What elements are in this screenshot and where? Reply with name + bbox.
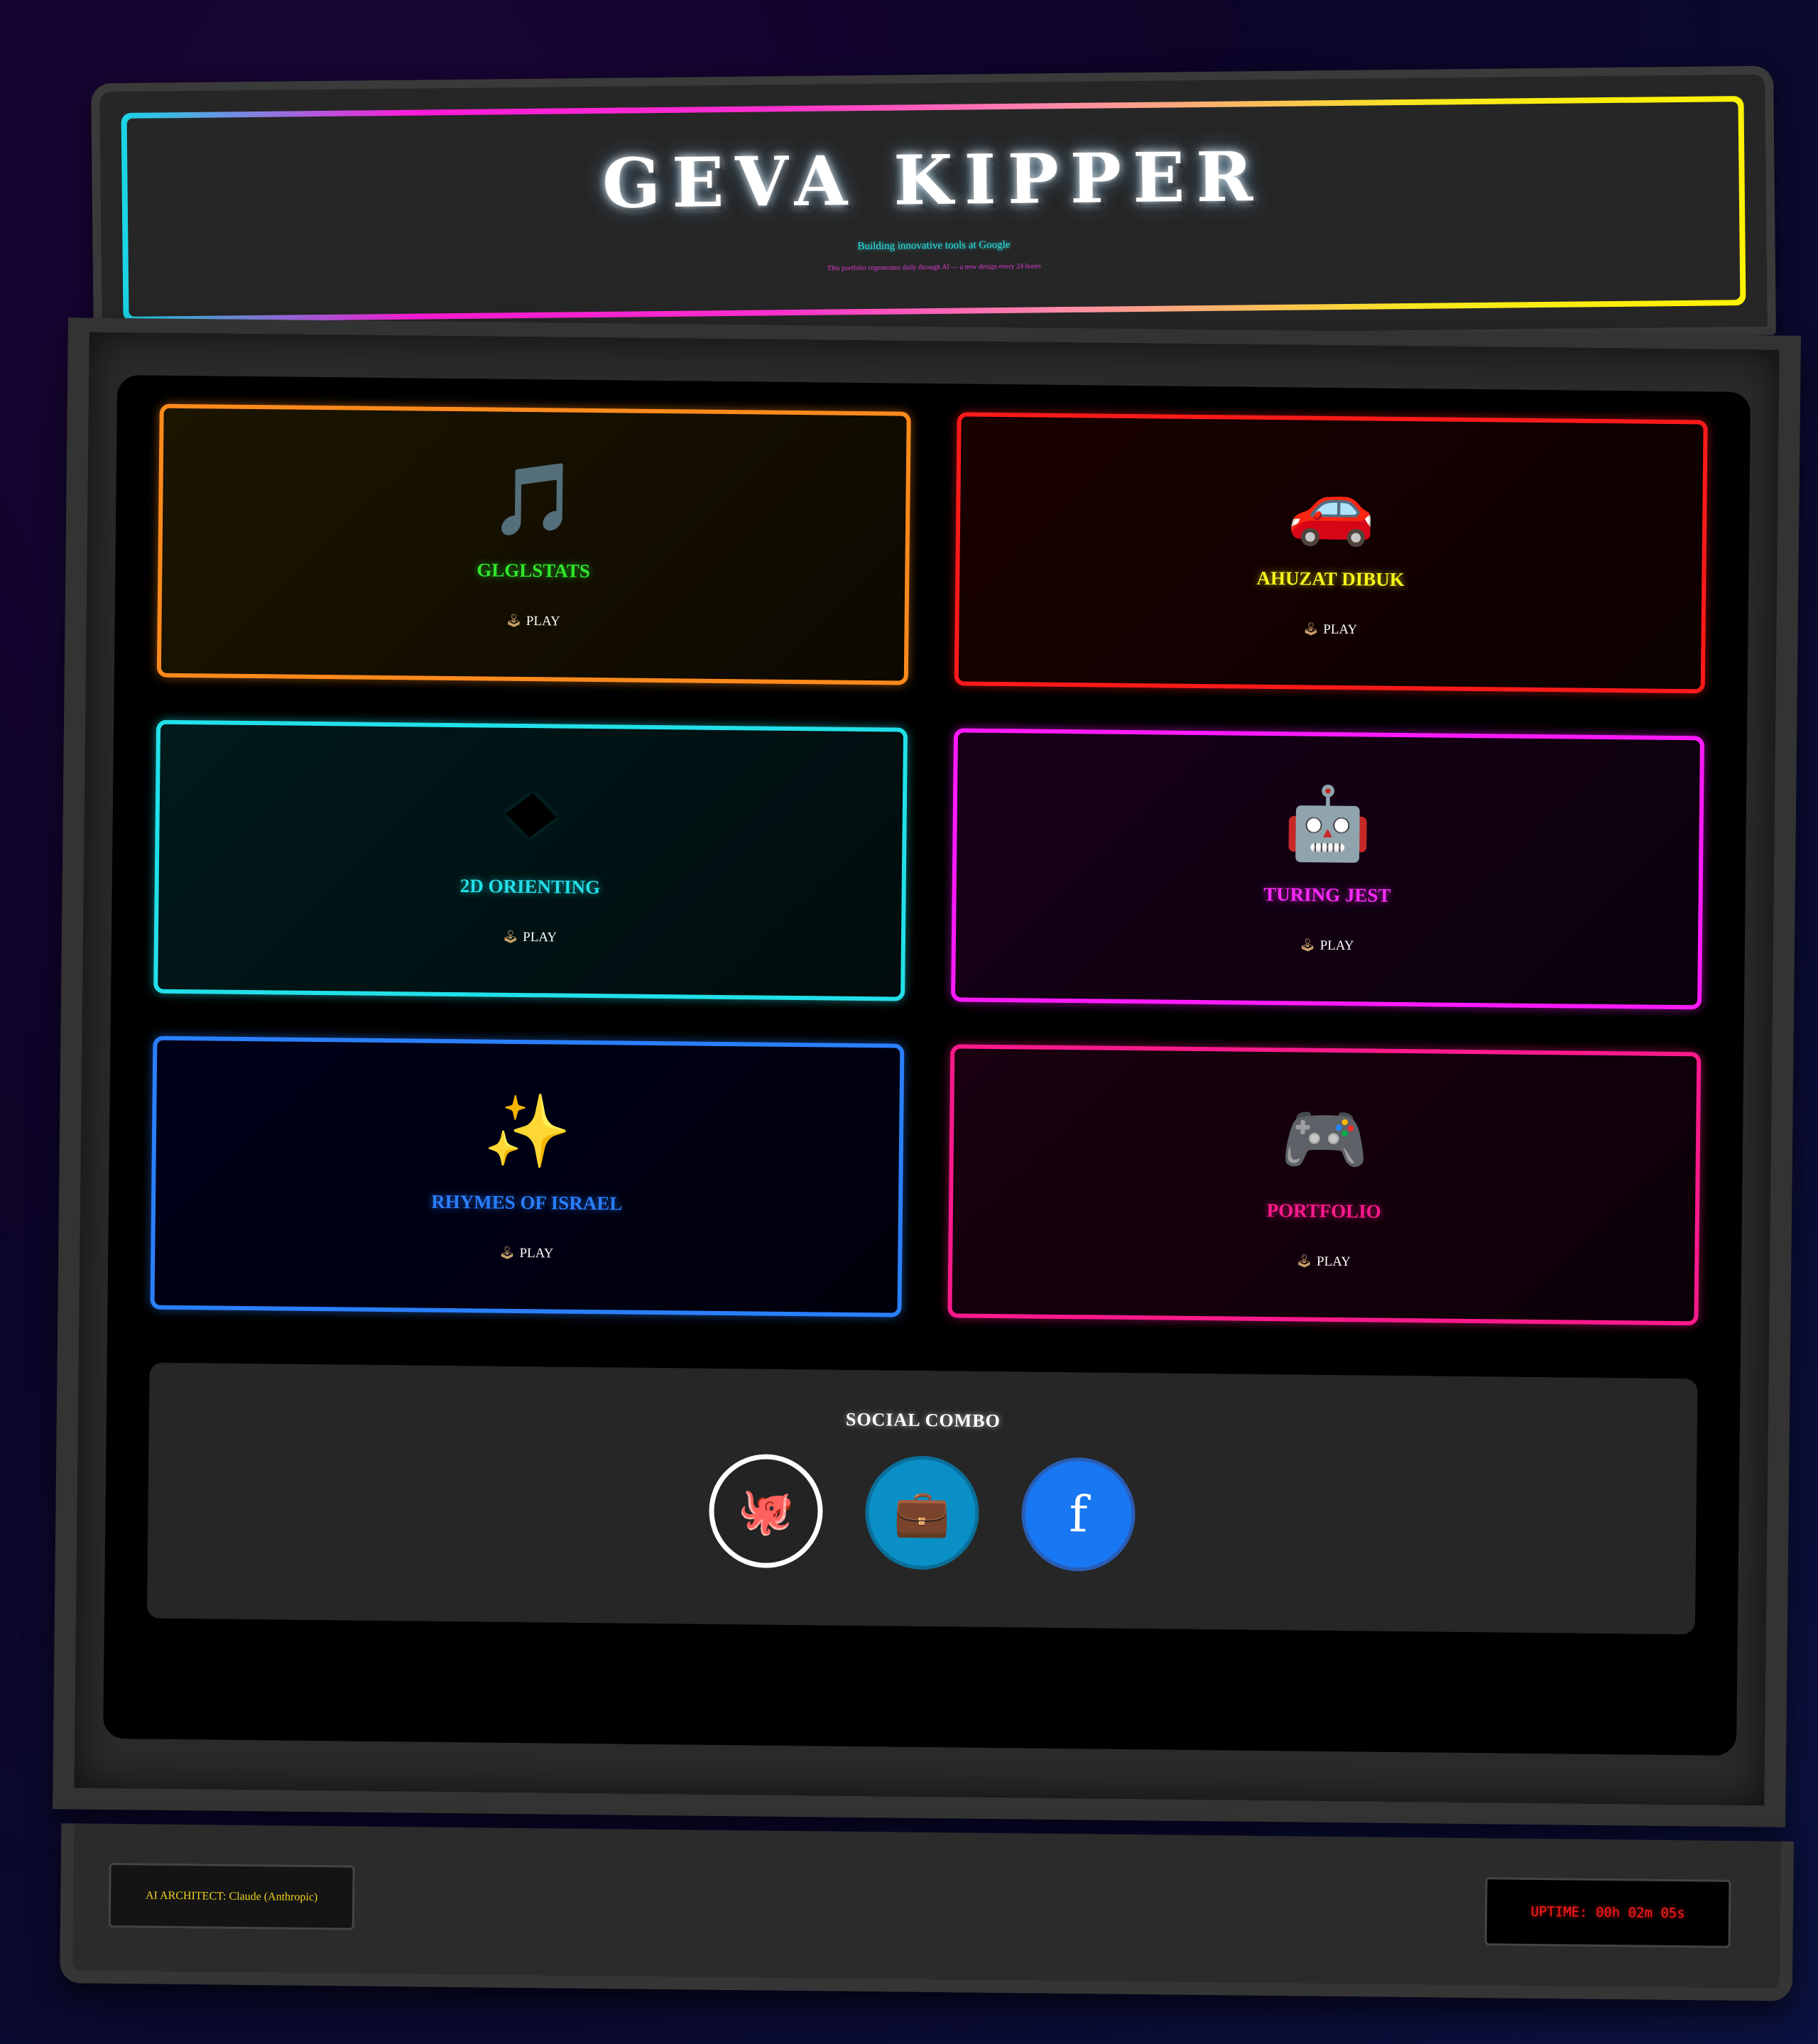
social-title: SOCIAL COMBO <box>845 1408 1001 1432</box>
game-card-rhymes-of-israel[interactable]: ✨ RHYMES OF ISRAEL 🕹 PLAY <box>150 1035 904 1317</box>
joystick-icon: 🕹 <box>502 929 519 944</box>
play-label: PLAY <box>519 1245 554 1261</box>
joystick-icon: 🕹 <box>1302 621 1319 636</box>
facebook-icon: f <box>1069 1485 1088 1544</box>
robot-icon: 🤖 <box>1283 781 1373 866</box>
cabinet-body: 🎵 GLGLSTATS 🕹 PLAY 🚗 AHUZAT DIBUK 🕹 PLAY 2… <box>53 317 1801 1827</box>
music-note-icon: 🎵 <box>489 457 579 541</box>
uptime-display: UPTIME: 00h 02m 05s <box>1484 1877 1731 1948</box>
game-card-title: GLGLSTATS <box>477 558 591 582</box>
ai-architect-credit: AI ARCHITECT: Claude (Anthropic) <box>108 1862 355 1930</box>
play-button[interactable]: 🕹 PLAY <box>1296 1254 1351 1270</box>
briefcase-icon: 💼 <box>893 1487 951 1538</box>
play-button[interactable]: 🕹 PLAY <box>499 1245 554 1261</box>
page-tagline: This portfolio regenerates daily through… <box>827 262 1041 273</box>
page-subtitle: Building innovative tools at Google <box>857 239 1011 253</box>
marquee-screen: GEVA KIPPER Building innovative tools at… <box>126 102 1741 317</box>
game-grid: 🎵 GLGLSTATS 🕹 PLAY 🚗 AHUZAT DIBUK 🕹 PLAY 2… <box>136 403 1721 1326</box>
play-button[interactable]: 🕹 PLAY <box>1300 937 1354 954</box>
game-card-title: RHYMES OF ISRAEL <box>431 1190 623 1214</box>
social-panel: SOCIAL COMBO 🐙 💼 f <box>146 1362 1698 1635</box>
game-card-2d-orienting[interactable]: 2D ORIENTING 🕹 PLAY <box>153 719 908 1001</box>
car-icon: 🚗 <box>1286 464 1376 550</box>
facebook-button[interactable]: f <box>1020 1457 1136 1572</box>
social-buttons: 🐙 💼 f <box>708 1453 1136 1572</box>
gamepad-icon: 🎮 <box>1280 1097 1370 1182</box>
play-label: PLAY <box>1319 937 1354 953</box>
play-button[interactable]: 🕹 PLAY <box>506 613 560 629</box>
play-label: PLAY <box>523 929 557 945</box>
cabinet-base: AI ARCHITECT: Claude (Anthropic) UPTIME:… <box>59 1823 1795 2001</box>
game-card-title: PORTFOLIO <box>1266 1199 1381 1222</box>
play-label: PLAY <box>526 613 560 629</box>
page-title: GEVA KIPPER <box>602 136 1265 224</box>
game-card-title: TURING JEST <box>1263 883 1391 906</box>
game-card-glglstats[interactable]: 🎵 GLGLSTATS 🕹 PLAY <box>156 403 911 685</box>
marquee: GEVA KIPPER Building innovative tools at… <box>91 65 1776 353</box>
joystick-icon: 🕹 <box>505 613 522 628</box>
linkedin-button[interactable]: 💼 <box>864 1455 980 1570</box>
marquee-neon-border: GEVA KIPPER Building innovative tools at… <box>121 96 1746 322</box>
joystick-icon: 🕹 <box>1299 937 1316 952</box>
game-card-title: 2D ORIENTING <box>459 874 601 898</box>
game-card-ahuzat-dibuk[interactable]: 🚗 AHUZAT DIBUK 🕹 PLAY <box>954 412 1708 694</box>
joystick-icon: 🕹 <box>1296 1254 1313 1268</box>
play-button[interactable]: 🕹 PLAY <box>502 929 557 945</box>
arcade-screen: 🎵 GLGLSTATS 🕹 PLAY 🚗 AHUZAT DIBUK 🕹 PLAY 2… <box>103 375 1751 1756</box>
game-card-portfolio[interactable]: 🎮 PORTFOLIO 🕹 PLAY <box>947 1044 1702 1326</box>
sparkles-icon: ✨ <box>482 1088 572 1173</box>
game-card-turing-jest[interactable]: 🤖 TURING JEST 🕹 PLAY <box>950 728 1705 1010</box>
octopus-icon: 🐙 <box>737 1485 795 1537</box>
joystick-icon: 🕹 <box>499 1245 516 1260</box>
play-button[interactable]: 🕹 PLAY <box>1302 621 1357 638</box>
game-card-title: AHUZAT DIBUK <box>1256 567 1405 590</box>
arcade-cabinet: GEVA KIPPER Building innovative tools at… <box>53 65 1801 2001</box>
github-button[interactable]: 🐙 <box>708 1453 824 1569</box>
play-label: PLAY <box>1323 621 1358 637</box>
play-label: PLAY <box>1316 1254 1351 1269</box>
diamond-icon <box>505 776 557 854</box>
